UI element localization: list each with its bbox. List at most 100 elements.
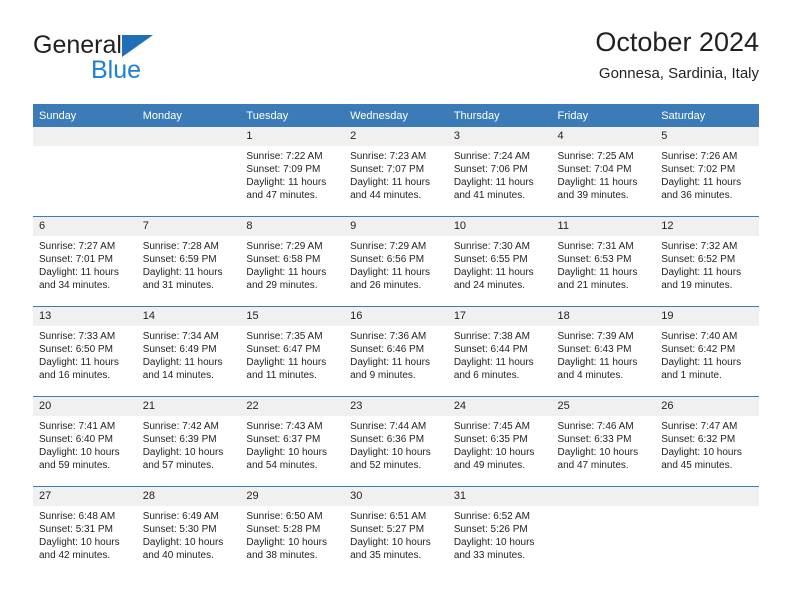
sunrise-text: Sunrise: 7:33 AM — [39, 331, 116, 342]
day-number — [136, 127, 241, 146]
calendar-day-cell[interactable]: 16 Sunrise: 7:36 AM Sunset: 6:46 PM Dayligh… — [344, 306, 448, 397]
calendar-day-cell[interactable]: 29 Sunrise: 6:50 AM Sunset: 5:28 PM Dayligh… — [240, 486, 345, 576]
daylight-text: Daylight: 11 hours and 21 minutes. — [557, 267, 638, 292]
calendar-day-cell[interactable]: 28 Sunrise: 6:49 AM Sunset: 5:30 PM Dayligh… — [136, 486, 241, 576]
calendar-day-cell[interactable]: 7 Sunrise: 7:28 AM Sunset: 6:59 PM Daylight… — [136, 216, 241, 307]
day-details: Sunrise: 6:49 AM Sunset: 5:30 PM Daylight:… — [137, 506, 241, 562]
day-number: 24 — [447, 397, 552, 416]
sunrise-text: Sunrise: 7:30 AM — [453, 241, 530, 252]
sunrise-text: Sunrise: 7:22 AM — [246, 151, 323, 162]
calendar-day-cell[interactable]: 11 Sunrise: 7:31 AM Sunset: 6:53 PM Dayligh… — [551, 216, 656, 307]
sunset-text: Sunset: 6:40 PM — [39, 434, 113, 446]
calendar-day-cell[interactable]: 1 Sunrise: 7:22 AM Sunset: 7:09 PM Daylight… — [240, 127, 345, 217]
sunrise-text: Sunrise: 7:42 AM — [142, 421, 219, 432]
calendar-day-cell[interactable]: 10 Sunrise: 7:30 AM Sunset: 6:55 PM Dayligh… — [447, 216, 552, 307]
sunrise-text: Sunrise: 7:45 AM — [453, 421, 530, 432]
sunrise-text: Sunrise: 7:23 AM — [350, 151, 427, 162]
day-details: Sunrise: 7:45 AM Sunset: 6:35 PM Daylight:… — [448, 416, 552, 472]
calendar-day-cell[interactable]: 21 Sunrise: 7:42 AM Sunset: 6:39 PM Dayligh… — [136, 396, 241, 487]
sunset-text: Sunset: 6:53 PM — [557, 254, 632, 266]
calendar-day-cell[interactable]: 26 Sunrise: 7:47 AM Sunset: 6:32 PM Dayligh… — [655, 396, 759, 487]
sunrise-text: Sunrise: 7:29 AM — [350, 241, 427, 252]
day-number — [33, 127, 137, 146]
day-number — [551, 487, 656, 506]
day-details: Sunrise: 7:31 AM Sunset: 6:53 PM Daylight:… — [552, 236, 656, 292]
calendar-day-cell[interactable]: 5 Sunrise: 7:26 AM Sunset: 7:02 PM Daylight… — [655, 127, 759, 217]
day-number: 9 — [344, 217, 448, 236]
daylight-text: Daylight: 11 hours and 16 minutes. — [39, 357, 119, 382]
day-details: Sunrise: 7:35 AM Sunset: 6:47 PM Daylight:… — [240, 326, 344, 382]
sunset-text: Sunset: 6:39 PM — [142, 434, 217, 446]
day-number: 3 — [447, 127, 552, 146]
sunrise-text: Sunrise: 7:40 AM — [661, 331, 738, 342]
sunset-text: Sunset: 6:36 PM — [350, 434, 425, 446]
day-number: 4 — [551, 127, 656, 146]
sunset-text: Sunset: 6:56 PM — [350, 254, 425, 266]
day-number: 8 — [240, 217, 345, 236]
day-number — [655, 487, 759, 506]
calendar-day-cell[interactable]: 31 Sunrise: 6:52 AM Sunset: 5:26 PM Dayligh… — [447, 486, 552, 576]
daylight-text: Daylight: 10 hours and 49 minutes. — [453, 447, 535, 472]
day-details: Sunrise: 7:25 AM Sunset: 7:04 PM Daylight:… — [552, 146, 656, 202]
calendar-day-cell[interactable]: 17 Sunrise: 7:38 AM Sunset: 6:44 PM Dayligh… — [447, 306, 552, 397]
calendar-day-cell[interactable]: 25 Sunrise: 7:46 AM Sunset: 6:33 PM Dayligh… — [551, 396, 656, 487]
calendar-day-cell[interactable]: 6 Sunrise: 7:27 AM Sunset: 7:01 PM Daylight… — [33, 216, 137, 307]
sunset-text: Sunset: 5:26 PM — [453, 524, 528, 536]
sunset-text: Sunset: 6:55 PM — [453, 254, 528, 266]
calendar-cell-empty — [33, 127, 137, 217]
sunrise-text: Sunrise: 7:29 AM — [246, 241, 323, 252]
calendar-cell-empty — [655, 486, 759, 576]
title-block: October 2024 Gonnesa, Sardinia, Italy — [595, 26, 759, 84]
calendar-week-row: 1 Sunrise: 7:22 AM Sunset: 7:09 PM Daylight… — [33, 127, 759, 217]
calendar-day-cell[interactable]: 9 Sunrise: 7:29 AM Sunset: 6:56 PM Daylight… — [344, 216, 448, 307]
logo-text-general: General — [33, 31, 122, 59]
calendar-day-cell[interactable]: 20 Sunrise: 7:41 AM Sunset: 6:40 PM Dayligh… — [33, 396, 137, 487]
calendar-day-cell[interactable]: 22 Sunrise: 7:43 AM Sunset: 6:37 PM Dayligh… — [240, 396, 345, 487]
day-details: Sunrise: 7:30 AM Sunset: 6:55 PM Daylight:… — [448, 236, 552, 292]
calendar-day-cell[interactable]: 3 Sunrise: 7:24 AM Sunset: 7:06 PM Daylight… — [447, 127, 552, 217]
calendar-header-row: Sunday Monday Tuesday Wednesday Thursday… — [33, 104, 759, 127]
weekday-header-tuesday: Tuesday — [240, 104, 345, 127]
calendar-day-cell[interactable]: 12 Sunrise: 7:32 AM Sunset: 6:52 PM Dayligh… — [655, 216, 759, 307]
sunrise-text: Sunrise: 7:39 AM — [557, 331, 634, 342]
daylight-text: Daylight: 11 hours and 19 minutes. — [661, 267, 742, 292]
calendar-day-cell[interactable]: 13 Sunrise: 7:33 AM Sunset: 6:50 PM Dayligh… — [33, 306, 137, 397]
calendar-day-cell[interactable]: 23 Sunrise: 7:44 AM Sunset: 6:36 PM Dayligh… — [344, 396, 448, 487]
calendar-day-cell[interactable]: 14 Sunrise: 7:34 AM Sunset: 6:49 PM Dayligh… — [136, 306, 241, 397]
calendar-week-row: 20 Sunrise: 7:41 AM Sunset: 6:40 PM Dayligh… — [33, 396, 759, 487]
calendar-day-cell[interactable]: 4 Sunrise: 7:25 AM Sunset: 7:04 PM Daylight… — [551, 127, 656, 217]
calendar-day-cell[interactable]: 30 Sunrise: 6:51 AM Sunset: 5:27 PM Dayligh… — [344, 486, 448, 576]
calendar-day-cell[interactable]: 8 Sunrise: 7:29 AM Sunset: 6:58 PM Daylight… — [240, 216, 345, 307]
daylight-text: Daylight: 10 hours and 42 minutes. — [39, 537, 120, 562]
weekday-header-friday: Friday — [551, 104, 656, 127]
daylight-text: Daylight: 11 hours and 14 minutes. — [142, 357, 223, 382]
sunrise-text: Sunrise: 7:27 AM — [39, 241, 116, 252]
day-details: Sunrise: 7:33 AM Sunset: 6:50 PM Daylight:… — [33, 326, 137, 382]
calendar-day-cell[interactable]: 24 Sunrise: 7:45 AM Sunset: 6:35 PM Dayligh… — [447, 396, 552, 487]
day-details: Sunrise: 7:34 AM Sunset: 6:49 PM Daylight:… — [137, 326, 241, 382]
daylight-text: Daylight: 11 hours and 36 minutes. — [661, 177, 742, 202]
day-number: 16 — [344, 307, 448, 326]
daylight-text: Daylight: 10 hours and 47 minutes. — [557, 447, 639, 472]
sunset-text: Sunset: 7:07 PM — [350, 164, 425, 176]
sunrise-text: Sunrise: 7:47 AM — [661, 421, 738, 432]
sunset-text: Sunset: 5:31 PM — [39, 524, 113, 536]
sunrise-text: Sunrise: 6:48 AM — [39, 511, 116, 522]
sunset-text: Sunset: 6:52 PM — [661, 254, 736, 266]
page-subtitle: Gonnesa, Sardinia, Italy — [598, 65, 759, 82]
daylight-text: Daylight: 11 hours and 31 minutes. — [142, 267, 223, 292]
calendar-day-cell[interactable]: 19 Sunrise: 7:40 AM Sunset: 6:42 PM Dayligh… — [655, 306, 759, 397]
daylight-text: Daylight: 11 hours and 26 minutes. — [350, 267, 430, 292]
calendar-day-cell[interactable]: 27 Sunrise: 6:48 AM Sunset: 5:31 PM Dayligh… — [33, 486, 137, 576]
calendar-day-cell[interactable]: 2 Sunrise: 7:23 AM Sunset: 7:07 PM Daylight… — [344, 127, 448, 217]
calendar-day-cell[interactable]: 15 Sunrise: 7:35 AM Sunset: 6:47 PM Dayligh… — [240, 306, 345, 397]
calendar-day-cell[interactable]: 18 Sunrise: 7:39 AM Sunset: 6:43 PM Dayligh… — [551, 306, 656, 397]
sunset-text: Sunset: 6:32 PM — [661, 434, 736, 446]
calendar-body: 1 Sunrise: 7:22 AM Sunset: 7:09 PM Daylight… — [33, 127, 759, 576]
day-details: Sunrise: 6:51 AM Sunset: 5:27 PM Daylight:… — [344, 506, 448, 562]
daylight-text: Daylight: 10 hours and 52 minutes. — [350, 447, 431, 472]
day-number: 5 — [655, 127, 759, 146]
calendar-week-row: 13 Sunrise: 7:33 AM Sunset: 6:50 PM Dayligh… — [33, 306, 759, 397]
sunrise-text: Sunrise: 7:38 AM — [453, 331, 530, 342]
day-details: Sunrise: 7:42 AM Sunset: 6:39 PM Daylight:… — [137, 416, 241, 472]
